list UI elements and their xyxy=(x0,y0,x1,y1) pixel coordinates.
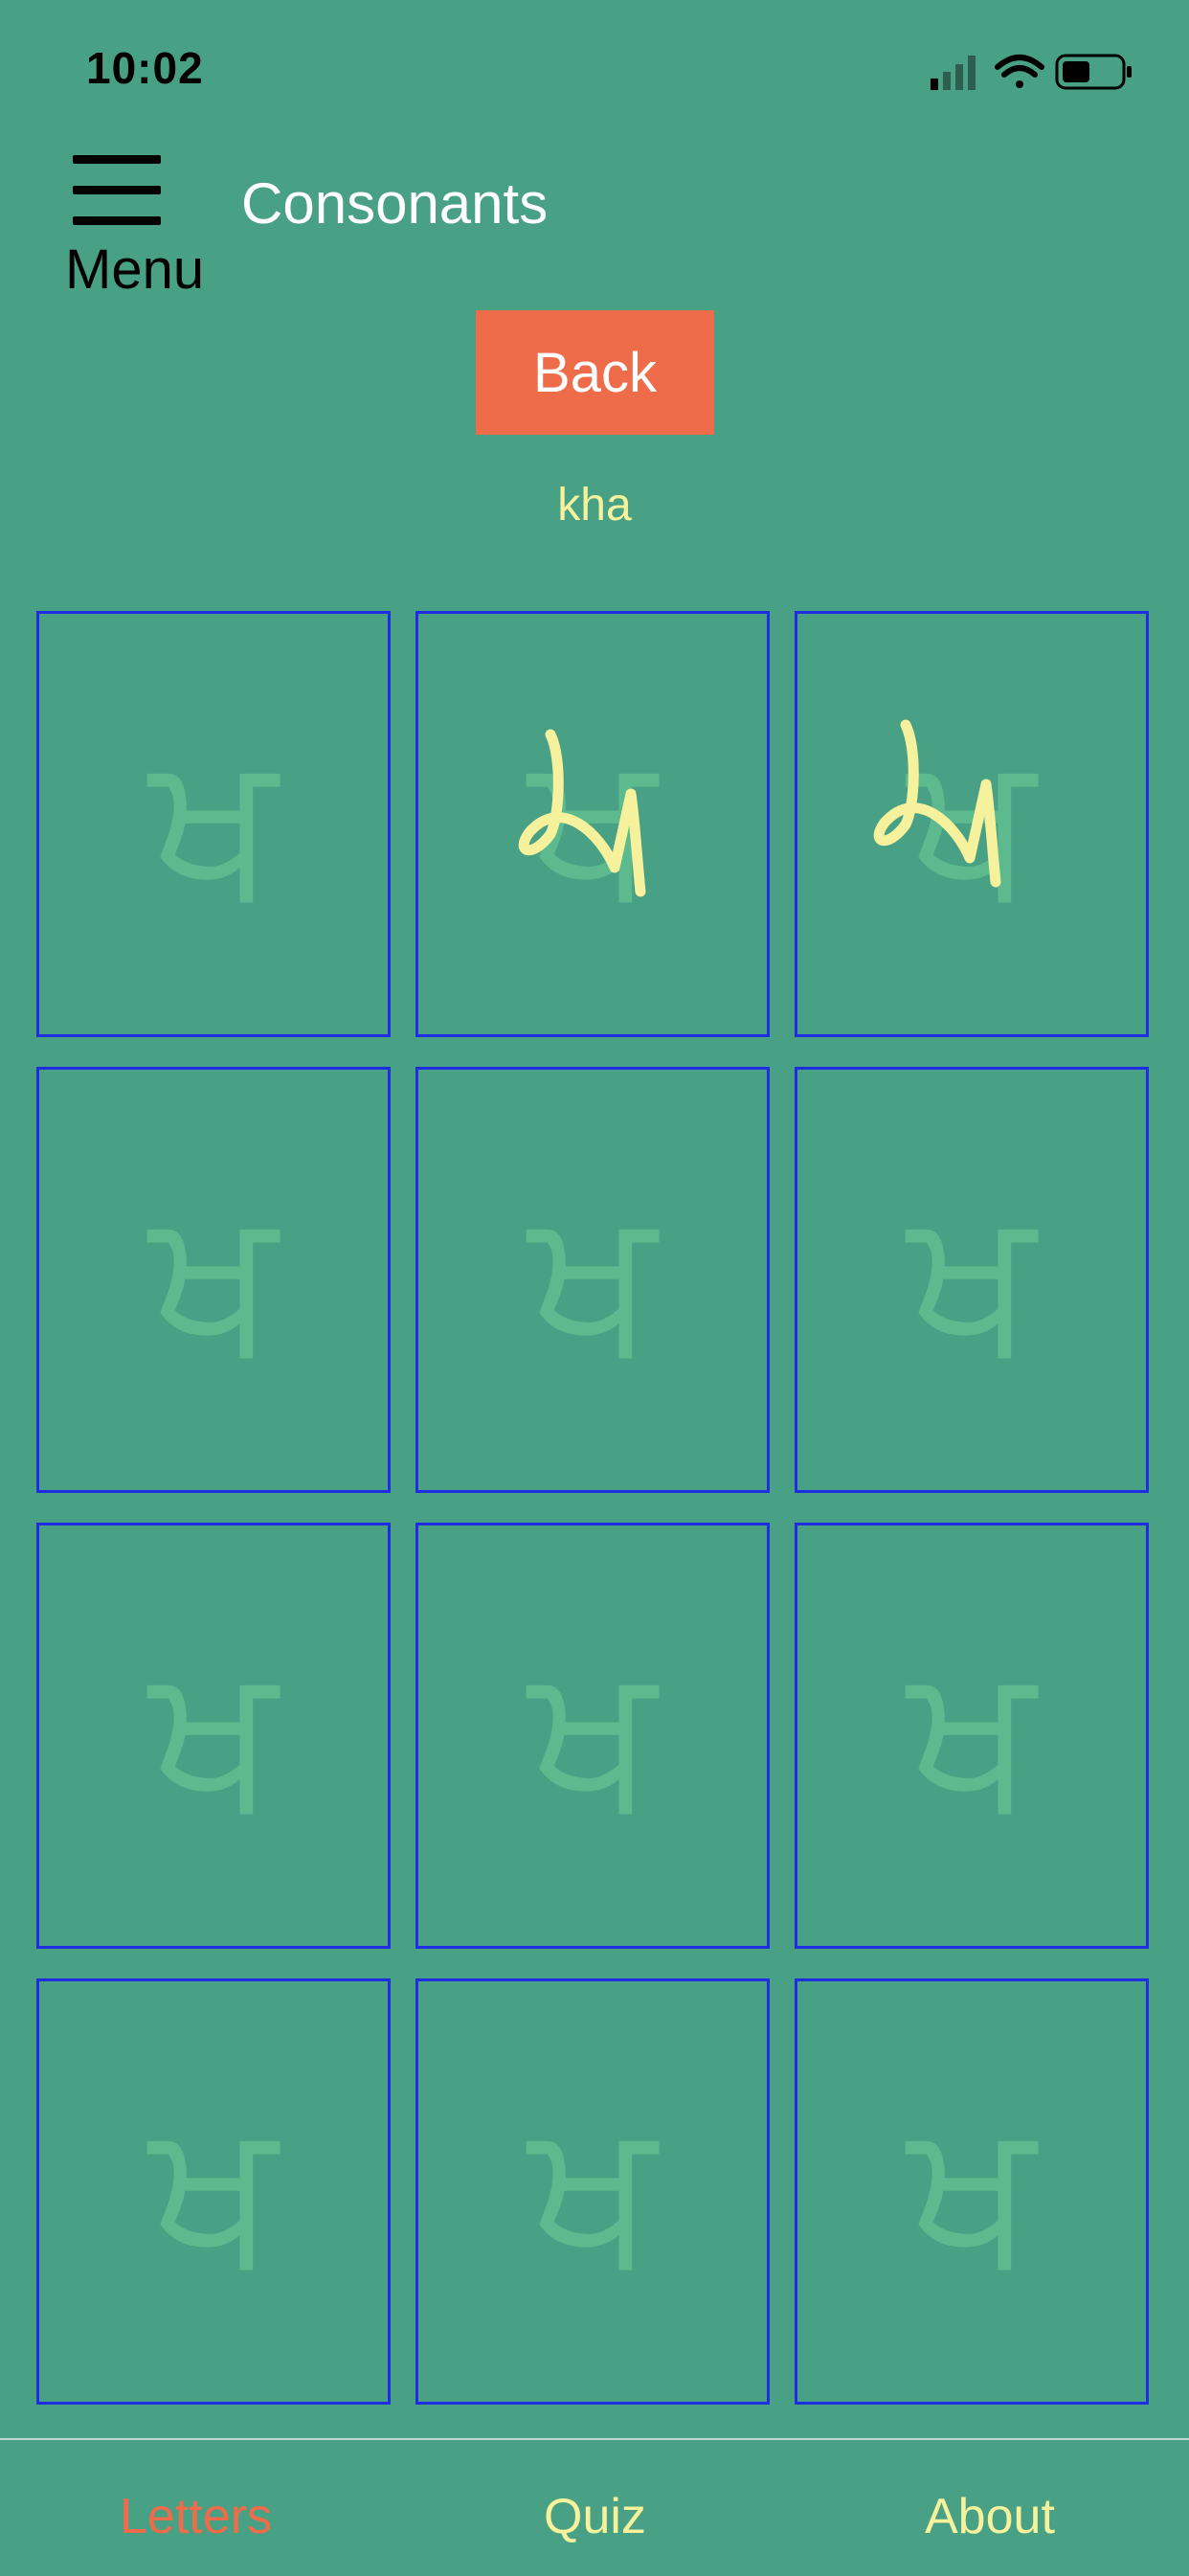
menu-button[interactable]: Menu xyxy=(57,153,220,306)
trace-cell[interactable]: ਖ xyxy=(36,1978,391,2405)
handwritten-trace xyxy=(518,729,646,897)
status-bar: 10:02 xyxy=(0,0,1189,134)
guide-glyph: ਖ xyxy=(908,2072,1036,2308)
letter-name: kha xyxy=(557,480,632,531)
hamburger-menu-icon xyxy=(73,155,161,226)
guide-glyph: ਖ xyxy=(149,1616,278,1852)
signal-icon xyxy=(931,56,976,90)
page-title: Consonants xyxy=(241,171,549,236)
trace-cell[interactable]: ਖ xyxy=(415,1067,770,1493)
trace-cell[interactable]: ਖ xyxy=(36,1067,391,1493)
guide-glyph: ਖ xyxy=(528,1616,657,1852)
guide-glyph: ਖ xyxy=(149,705,278,940)
guide-glyph: ਖ xyxy=(528,1161,657,1396)
trace-cell[interactable]: ਖ xyxy=(795,611,1149,1037)
tab-bar: Letters Quiz About xyxy=(0,2438,1189,2576)
battery-icon xyxy=(1055,54,1132,90)
guide-glyph: ਖ xyxy=(908,1616,1036,1852)
tab-quiz[interactable]: Quiz xyxy=(544,2488,646,2545)
trace-cell[interactable]: ਖ xyxy=(36,611,391,1037)
tab-letters[interactable]: Letters xyxy=(120,2488,272,2545)
guide-glyph: ਖ xyxy=(149,2072,278,2308)
back-button[interactable]: Back xyxy=(476,310,714,435)
trace-cell[interactable]: ਖ xyxy=(415,1523,770,1949)
guide-glyph: ਖ xyxy=(149,1161,278,1396)
tab-about[interactable]: About xyxy=(925,2488,1055,2545)
status-icons xyxy=(902,50,1141,98)
trace-cell[interactable]: ਖ xyxy=(795,1067,1149,1493)
guide-glyph: ਖ xyxy=(528,2072,657,2308)
trace-cell[interactable]: ਖ xyxy=(795,1978,1149,2405)
guide-glyph: ਖ xyxy=(908,1161,1036,1396)
menu-label: Menu xyxy=(65,238,205,301)
wifi-icon xyxy=(995,55,1044,88)
trace-cell[interactable]: ਖ xyxy=(36,1523,391,1949)
trace-cell[interactable]: ਖ xyxy=(415,1978,770,2405)
trace-cell[interactable]: ਖ xyxy=(795,1523,1149,1949)
handwritten-trace xyxy=(873,719,1001,888)
trace-cell[interactable]: ਖ xyxy=(415,611,770,1037)
status-time: 10:02 xyxy=(86,43,204,93)
